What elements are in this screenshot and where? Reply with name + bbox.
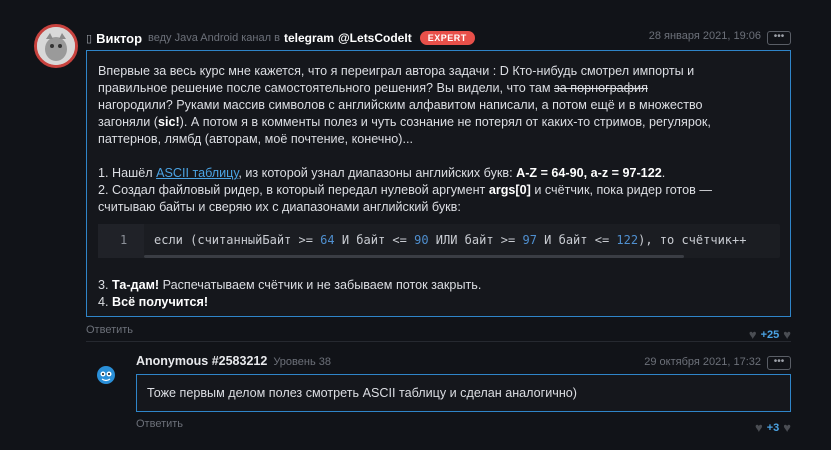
comment-body: Впервые за весь курс мне кажется, что я … — [86, 50, 791, 317]
code-scrollbar[interactable] — [144, 255, 684, 258]
step-1: 1. Нашёл ASCII таблицу, из которой узнал… — [98, 166, 666, 180]
telegram-handle-link[interactable]: @LetsCodeIt — [338, 31, 412, 45]
reply-button[interactable]: Ответить — [86, 324, 133, 336]
reply-vote-control: ♥ +3 ♥ — [755, 420, 791, 435]
telegram-label[interactable]: telegram — [284, 31, 334, 45]
more-options-button[interactable]: ••• — [767, 31, 791, 45]
reply-author: Anonymous #2583212 Уровень 38 — [136, 354, 331, 368]
telegram-icon: ▯ — [86, 32, 93, 45]
author-role: веду Java Android канал в — [148, 32, 280, 44]
anonymous-avatar[interactable] — [95, 364, 117, 386]
code-block: 1 если (считанныйБайт >= 64 И байт <= 90… — [98, 224, 780, 258]
divider — [86, 341, 791, 342]
code-line: если (считанныйБайт >= 64 И байт <= 90 И… — [154, 233, 747, 247]
step-4: 4. Всё получится! — [98, 295, 209, 309]
reply-author-name[interactable]: Anonymous #2583212 — [136, 354, 267, 368]
upvote-heart-icon[interactable]: ♥ — [783, 327, 791, 342]
expert-badge: EXPERT — [419, 31, 475, 45]
text-line: Впервые за весь курс мне кажется, что я … — [98, 64, 695, 78]
reply-downvote-heart-icon[interactable]: ♥ — [755, 420, 763, 435]
comment-header: ▯ Виктор веду Java Android канал в teleg… — [86, 29, 475, 47]
reply-text: Тоже первым делом полез смотреть ASCII т… — [147, 386, 578, 400]
reply-upvote-heart-icon[interactable]: ♥ — [783, 420, 791, 435]
step-3: 3. Та-дам! Распечатываем счётчик и не за… — [98, 278, 482, 292]
ascii-table-link[interactable]: ASCII таблицу — [156, 166, 238, 180]
comment-date: 28 января 2021, 19:06 — [648, 30, 761, 42]
user-level: Уровень 38 — [273, 356, 331, 368]
score: +25 — [760, 328, 780, 341]
reply-more-options-button[interactable]: ••• — [767, 356, 791, 370]
text-line: правильное решение после самостоятельног… — [98, 81, 648, 95]
author-name[interactable]: Виктор — [96, 31, 142, 46]
step-2-cont: считываю байты и сверяю их с диапазонами… — [98, 200, 461, 214]
text-line: паттернов, лямбд (авторам, моё почтение,… — [98, 132, 413, 146]
strikethrough-text: за порнография — [554, 81, 648, 95]
text-line: нагородили? Руками массив символов с анг… — [98, 98, 703, 112]
reply-date: 29 октября 2021, 17:32 — [644, 356, 761, 368]
reply-reply-button[interactable]: Ответить — [136, 418, 183, 430]
downvote-heart-icon[interactable]: ♥ — [749, 327, 757, 342]
line-number: 1 — [120, 233, 128, 247]
comment-thread: ▯ Виктор веду Java Android канал в teleg… — [0, 0, 831, 450]
step-2: 2. Создал файловый ридер, в который пере… — [98, 183, 712, 197]
author-avatar[interactable] — [34, 24, 78, 68]
text-line: загоняли (sic!). А потом я в комменты по… — [98, 115, 711, 129]
reply-score: +3 — [766, 421, 780, 434]
vote-control: ♥ +25 ♥ — [749, 327, 791, 342]
reply-body: Тоже первым делом полез смотреть ASCII т… — [136, 374, 791, 412]
